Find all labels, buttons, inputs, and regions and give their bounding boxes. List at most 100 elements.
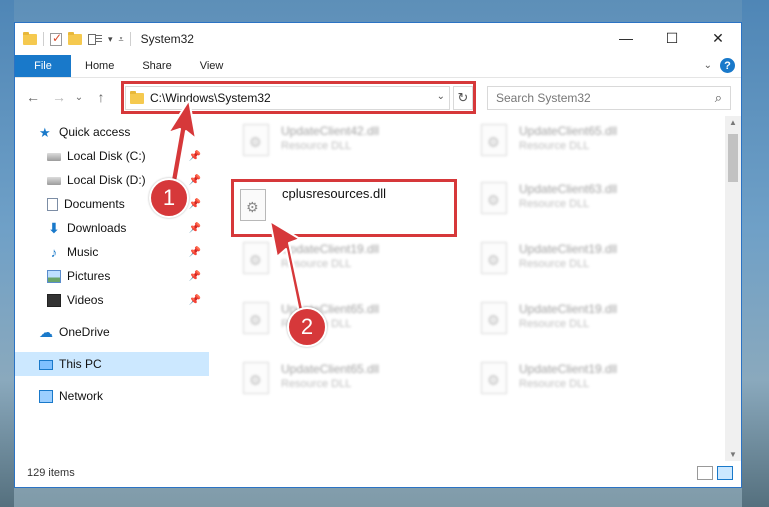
separator [43,32,44,46]
disk-icon [47,153,61,161]
separator [129,32,131,46]
recent-locations-icon[interactable]: ⌄ [69,92,89,103]
pin-icon[interactable]: 📌 [189,175,201,186]
help-icon[interactable]: ? [720,58,735,73]
pin-icon[interactable]: 📌 [189,271,201,282]
tab-file[interactable]: File [15,55,71,77]
dll-file-icon [481,182,507,214]
list-item[interactable]: UpdateClient19.dll Resource DLL [233,240,453,290]
sidebar-item-label: OneDrive [59,325,110,339]
pin-icon[interactable]: 📌 [189,295,201,306]
list-item[interactable]: UpdateClient65.dll Resource DLL [233,360,453,410]
details-view-icon[interactable] [697,466,713,480]
window-title: System32 [140,32,194,46]
file-explorer-window: ▾ ⩡ System32 — ☐ ✕ File Home Share View … [14,22,742,488]
step2-badge: 2 [287,307,327,347]
sidebar-item-downloads[interactable]: ⬇ Downloads 📌 [15,216,209,240]
step1-badge: 1 [149,178,189,218]
dll-file-icon [243,124,269,156]
file-type: Resource DLL [519,140,590,152]
list-item[interactable]: UpdateClient65.dll Resource DLL [233,300,453,350]
list-item[interactable]: UpdateClient63.dll Resource DLL [471,180,691,230]
network-icon [39,389,53,403]
sidebar-item-network[interactable]: Network [15,384,209,408]
new-folder-icon[interactable] [68,31,82,45]
cplusresources-file-item[interactable]: cplusresources.dll [231,179,457,237]
sidebar-item-quick-access[interactable]: ★ Quick access [15,120,209,144]
file-type: Resource DLL [519,378,590,390]
tab-share[interactable]: Share [128,55,185,77]
file-type: Resource DLL [519,258,590,270]
sidebar-item-this-pc[interactable]: This PC [15,352,209,376]
sidebar-item-label: Music [67,245,99,259]
file-name: UpdateClient42.dll [281,124,380,138]
view-toggle [697,466,733,480]
dll-file-icon [243,362,269,394]
pin-icon[interactable]: 📌 [189,223,201,234]
file-type: Resource DLL [519,318,590,330]
disk-icon [47,177,61,185]
navigation-pane: ★ Quick access Local Disk (C:) 📌 Local D… [15,116,209,461]
search-input[interactable]: Search System32 ⌕ [487,86,731,110]
large-icons-view-icon[interactable] [717,466,733,480]
music-icon: ♪ [50,244,58,260]
sidebar-item-onedrive[interactable]: ☁ OneDrive [15,320,209,344]
ribbon-right-controls: ⌄ ? [704,58,735,73]
vertical-scrollbar[interactable]: ▲ ▼ [725,116,741,461]
documents-icon [47,197,58,211]
dll-file-icon [243,302,269,334]
scroll-up-icon[interactable]: ▲ [729,118,737,127]
list-item[interactable]: UpdateClient19.dll Resource DLL [471,240,691,290]
file-list: UpdateClient42.dll Resource DLL UpdateCl… [209,116,741,461]
list-item[interactable]: UpdateClient19.dll Resource DLL [471,360,691,410]
minimize-button[interactable]: — [603,23,649,53]
ribbon-tabs: File Home Share View ⌄ ? [15,55,741,78]
customize-toolbar-icon[interactable]: ⩡ [119,34,124,45]
sidebar-item-label: Quick access [59,125,131,139]
file-name: UpdateClient65.dll [281,362,380,376]
view-properties-icon[interactable] [88,33,102,45]
pin-icon[interactable]: 📌 [189,247,201,258]
list-item[interactable]: UpdateClient19.dll Resource DLL [471,300,691,350]
close-button[interactable]: ✕ [695,23,741,53]
scrollbar-thumb[interactable] [728,134,738,182]
expand-ribbon-icon[interactable]: ⌄ [704,60,712,71]
tab-view[interactable]: View [186,55,238,77]
up-arrow-icon[interactable]: ↑ [91,89,111,105]
videos-icon [47,293,61,307]
dll-file-icon [243,242,269,274]
dll-file-icon [240,189,266,221]
scroll-down-icon[interactable]: ▼ [729,450,737,459]
sidebar-item-pictures[interactable]: Pictures 📌 [15,264,209,288]
list-item[interactable]: UpdateClient65.dll Resource DLL [471,122,691,172]
tab-home[interactable]: Home [71,55,128,77]
desktop-background-left [0,0,14,507]
sidebar-item-label: Local Disk (D:) [67,173,146,187]
properties-check-icon[interactable] [50,31,62,46]
pin-icon[interactable]: 📌 [189,199,201,210]
file-type: Resource DLL [519,198,590,210]
forward-arrow-icon[interactable]: → [49,89,69,105]
chevron-down-icon[interactable]: ▾ [108,34,113,45]
main-content: ★ Quick access Local Disk (C:) 📌 Local D… [15,116,741,461]
sidebar-item-label: Videos [67,293,104,307]
sidebar-item-local-disk-c[interactable]: Local Disk (C:) 📌 [15,144,209,168]
file-name: UpdateClient65.dll [519,124,618,138]
maximize-button[interactable]: ☐ [649,23,695,53]
back-arrow-icon[interactable]: ← [23,89,43,105]
pin-icon[interactable]: 📌 [189,151,201,162]
file-name: UpdateClient19.dll [519,362,618,376]
pictures-icon [47,269,61,283]
this-pc-icon [39,359,53,370]
list-item[interactable]: UpdateClient42.dll Resource DLL [233,122,453,172]
item-count: 129 items [27,467,75,479]
search-placeholder: Search System32 [496,91,591,105]
sidebar-item-label: Downloads [67,221,127,235]
sidebar-item-label: Documents [64,197,125,211]
sidebar-item-videos[interactable]: Videos 📌 [15,288,209,312]
file-type: Resource DLL [281,258,352,270]
dll-file-icon [481,302,507,334]
navigation-bar: ← → ⌄ ↑ C:\Windows\System32 ⌄ ↻ Search S… [15,78,741,116]
sidebar-item-label: Local Disk (C:) [67,149,146,163]
sidebar-item-music[interactable]: ♪ Music 📌 [15,240,209,264]
